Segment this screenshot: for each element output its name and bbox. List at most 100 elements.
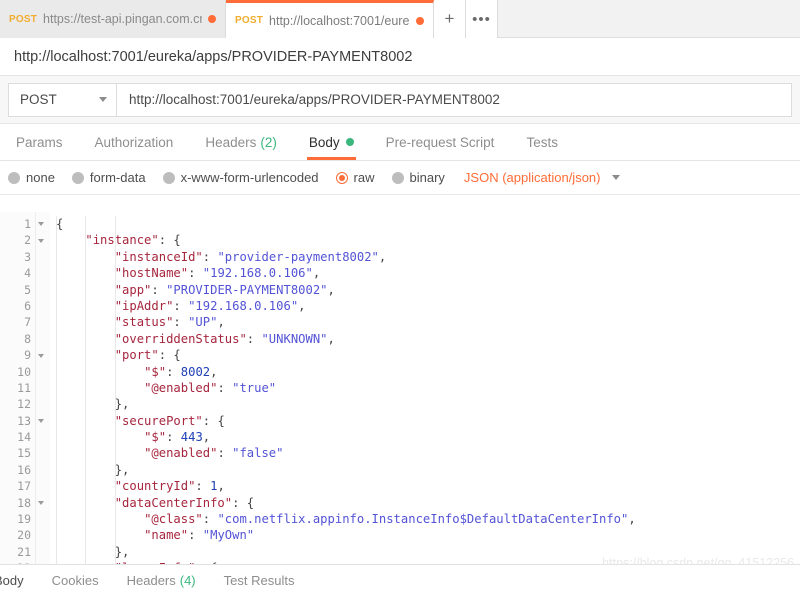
new-tab-button[interactable]: + bbox=[434, 0, 466, 38]
tab-options-button[interactable]: ••• bbox=[466, 0, 498, 38]
code-line: "ipAddr": "192.168.0.106", bbox=[56, 298, 800, 314]
body-type-none-label: none bbox=[26, 170, 55, 185]
line-number: 20 bbox=[0, 527, 35, 543]
radio-icon bbox=[163, 172, 175, 184]
line-number: 4 bbox=[0, 265, 35, 281]
body-type-urlencoded-label: x-www-form-urlencoded bbox=[181, 170, 319, 185]
response-section-tabs: Body Cookies Headers (4) Test Results bbox=[0, 564, 800, 596]
line-number: 5 bbox=[0, 282, 35, 298]
tab-tests-label: Tests bbox=[526, 135, 558, 150]
raw-format-value: JSON (application/json) bbox=[464, 170, 601, 185]
editor-scrollbar[interactable] bbox=[792, 212, 800, 564]
line-number: 1 bbox=[0, 216, 35, 232]
tab-tests[interactable]: Tests bbox=[510, 124, 574, 160]
response-tab-headers[interactable]: Headers (4) bbox=[113, 573, 210, 588]
line-number: 3 bbox=[0, 249, 35, 265]
fold-triangle-icon[interactable] bbox=[38, 354, 44, 358]
response-tab-headers-label: Headers bbox=[127, 573, 176, 588]
fold-triangle-icon[interactable] bbox=[38, 239, 44, 243]
body-type-binary[interactable]: binary bbox=[392, 170, 445, 185]
radio-selected-icon bbox=[336, 172, 348, 184]
request-tab-2-url: http://localhost:7001/eureka/ap bbox=[269, 14, 410, 28]
code-line: "@class": "com.netflix.appinfo.InstanceI… bbox=[56, 511, 800, 527]
http-method-value: POST bbox=[20, 92, 57, 107]
response-tab-cookies-label: Cookies bbox=[52, 573, 99, 588]
tab-body-indicator-dot bbox=[346, 138, 354, 146]
code-line: "name": "MyOwn" bbox=[56, 527, 800, 543]
editor-fold-column[interactable] bbox=[36, 212, 50, 564]
line-number: 13 bbox=[0, 413, 35, 429]
tab-headers[interactable]: Headers (2) bbox=[189, 124, 293, 160]
tab-authorization[interactable]: Authorization bbox=[79, 124, 190, 160]
body-type-form-data-label: form-data bbox=[90, 170, 146, 185]
tab-body[interactable]: Body bbox=[293, 124, 370, 160]
code-line: "@enabled": "true" bbox=[56, 380, 800, 396]
code-line: "securePort": { bbox=[56, 413, 800, 429]
line-number: 11 bbox=[0, 380, 35, 396]
tab-strip-filler bbox=[498, 0, 800, 37]
tab-body-label: Body bbox=[309, 135, 340, 150]
response-tab-test-results-label: Test Results bbox=[224, 573, 295, 588]
fold-triangle-icon[interactable] bbox=[38, 501, 44, 505]
line-number: 16 bbox=[0, 462, 35, 478]
line-number: 12 bbox=[0, 396, 35, 412]
editor-line-numbers: 1234567891011121314151617181920212223242… bbox=[0, 212, 36, 564]
request-body-editor[interactable]: 1234567891011121314151617181920212223242… bbox=[0, 212, 800, 564]
ellipsis-icon: ••• bbox=[472, 11, 491, 28]
tab-authorization-label: Authorization bbox=[95, 135, 174, 150]
line-number: 8 bbox=[0, 331, 35, 347]
response-tab-body[interactable]: Body bbox=[0, 573, 38, 588]
tab-pre-request-script-label: Pre-request Script bbox=[386, 135, 495, 150]
postman-window: POST https://test-api.pingan.com.cn:2 PO… bbox=[0, 0, 800, 596]
body-type-urlencoded[interactable]: x-www-form-urlencoded bbox=[163, 170, 319, 185]
fold-triangle-icon[interactable] bbox=[38, 419, 44, 423]
line-number: 19 bbox=[0, 511, 35, 527]
line-number: 15 bbox=[0, 445, 35, 461]
body-type-raw-label: raw bbox=[354, 170, 375, 185]
editor-code-area[interactable]: { "instance": { "instanceId": "provider-… bbox=[50, 212, 800, 564]
request-tab-1[interactable]: POST https://test-api.pingan.com.cn:2 bbox=[0, 0, 226, 38]
request-title-bar: http://localhost:7001/eureka/apps/PROVID… bbox=[0, 38, 800, 76]
request-tab-2[interactable]: POST http://localhost:7001/eureka/ap bbox=[226, 0, 434, 38]
raw-format-select[interactable]: JSON (application/json) bbox=[464, 170, 621, 185]
code-line: "$": 443, bbox=[56, 429, 800, 445]
fold-triangle-icon[interactable] bbox=[38, 222, 44, 226]
line-number: 18 bbox=[0, 495, 35, 511]
body-type-raw[interactable]: raw bbox=[336, 170, 375, 185]
code-line: "app": "PROVIDER-PAYMENT8002", bbox=[56, 282, 800, 298]
code-line: "countryId": 1, bbox=[56, 478, 800, 494]
page-title: http://localhost:7001/eureka/apps/PROVID… bbox=[14, 49, 412, 65]
request-tab-2-unsaved-dot bbox=[416, 17, 424, 25]
tab-params-label: Params bbox=[16, 135, 63, 150]
line-number: 10 bbox=[0, 364, 35, 380]
request-tab-strip: POST https://test-api.pingan.com.cn:2 PO… bbox=[0, 0, 800, 38]
request-tab-1-unsaved-dot bbox=[208, 15, 216, 23]
request-tab-2-method: POST bbox=[235, 15, 263, 26]
code-line: "@enabled": "false" bbox=[56, 445, 800, 461]
body-type-binary-label: binary bbox=[410, 170, 445, 185]
request-url-row: POST http://localhost:7001/eureka/apps/P… bbox=[0, 76, 800, 124]
request-url-input[interactable]: http://localhost:7001/eureka/apps/PROVID… bbox=[116, 83, 792, 117]
code-line: "instance": { bbox=[56, 232, 800, 248]
code-line: "dataCenterInfo": { bbox=[56, 495, 800, 511]
tab-headers-count: (2) bbox=[260, 135, 277, 150]
tab-headers-label: Headers bbox=[205, 135, 256, 150]
tab-params[interactable]: Params bbox=[0, 124, 79, 160]
body-type-none[interactable]: none bbox=[8, 170, 55, 185]
response-tab-body-label: Body bbox=[0, 573, 24, 588]
tab-pre-request-script[interactable]: Pre-request Script bbox=[370, 124, 511, 160]
code-line: }, bbox=[56, 396, 800, 412]
line-number: 9 bbox=[0, 347, 35, 363]
code-line: "status": "UP", bbox=[56, 314, 800, 330]
body-type-form-data[interactable]: form-data bbox=[72, 170, 146, 185]
plus-icon: + bbox=[445, 9, 455, 29]
code-line: { bbox=[56, 216, 800, 232]
radio-icon bbox=[72, 172, 84, 184]
response-tab-cookies[interactable]: Cookies bbox=[38, 573, 113, 588]
code-line: "$": 8002, bbox=[56, 364, 800, 380]
response-tab-test-results[interactable]: Test Results bbox=[210, 573, 309, 588]
request-url-value: http://localhost:7001/eureka/apps/PROVID… bbox=[129, 92, 500, 107]
code-line: "overriddenStatus": "UNKNOWN", bbox=[56, 331, 800, 347]
http-method-select[interactable]: POST bbox=[8, 83, 116, 117]
radio-icon bbox=[392, 172, 404, 184]
